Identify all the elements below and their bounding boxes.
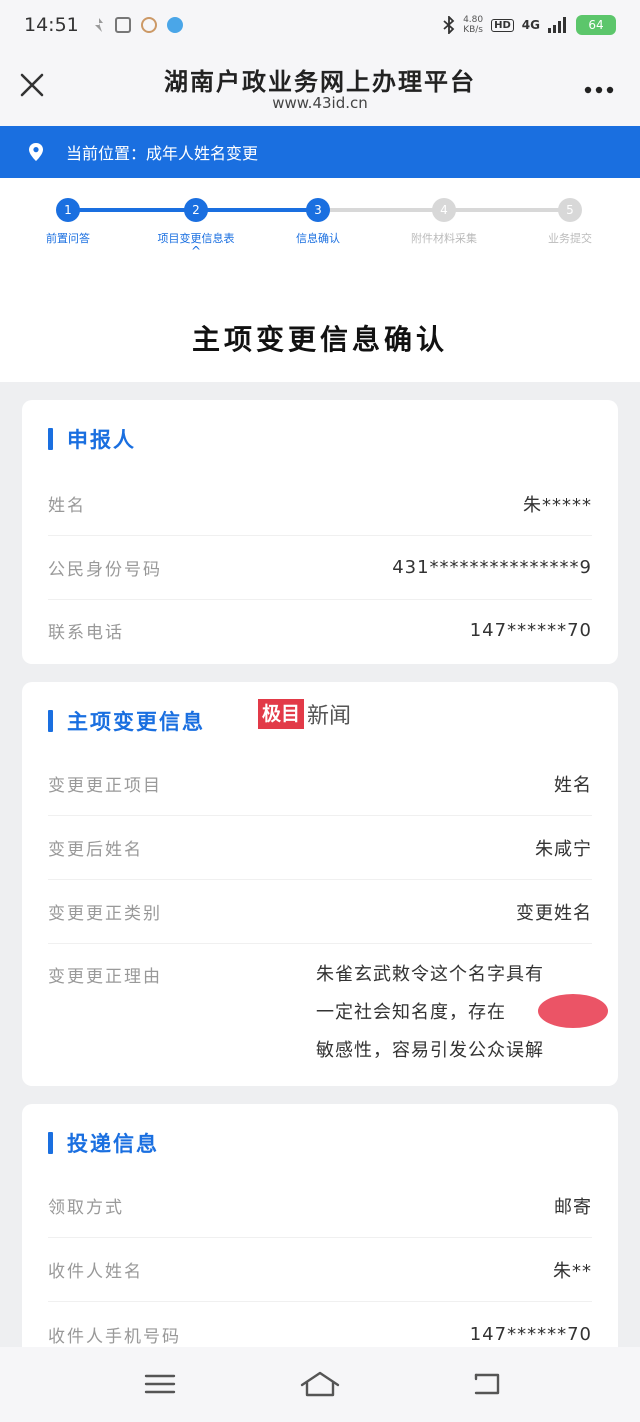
delivery-row-method: 领取方式 邮寄: [48, 1174, 592, 1238]
location-pin-icon: [29, 143, 43, 161]
section-header-delivery: 投递信息: [48, 1128, 159, 1158]
page-header-url: www.43id.cn: [272, 94, 368, 112]
watermark-logo: 极目 新闻: [258, 698, 351, 730]
app-notification-icon: [93, 17, 105, 33]
step-connector: [444, 208, 570, 212]
row-value: 朱**: [553, 1260, 592, 1282]
delivery-row-recipient: 收件人姓名 朱**: [48, 1238, 592, 1302]
step-node-5: 5: [558, 198, 582, 222]
more-icon[interactable]: [584, 76, 614, 96]
applicant-row-phone: 联系电话 147******70: [48, 598, 592, 662]
row-value: 147******70: [469, 619, 592, 641]
step-label-3: 信息确认: [296, 232, 340, 245]
row-label: 变更更正类别: [48, 904, 162, 924]
system-nav-bar: [0, 1347, 640, 1422]
row-label: 姓名: [48, 496, 86, 516]
net-speed: 4.80 KB/s: [463, 15, 483, 35]
bluetooth-icon: [443, 16, 455, 34]
net-speed-unit: KB/s: [463, 25, 483, 35]
section-title: 主项变更信息: [67, 710, 205, 734]
net-speed-value: 4.80: [463, 15, 484, 25]
step-node-1[interactable]: 1: [56, 198, 80, 222]
progress-stepper: 1 2 3 4 5 前置问答 项目变更信息表 信息确认 附件材料采集 业务提交 …: [0, 178, 640, 286]
row-value: 姓名: [554, 774, 592, 796]
signal-type: 4G: [521, 18, 540, 32]
step-label-1: 前置问答: [46, 232, 90, 245]
qq-notification-icon: [166, 17, 183, 33]
row-value: 邮寄: [554, 1196, 592, 1218]
step-label-4: 附件材料采集: [411, 232, 477, 245]
status-right: 4.80 KB/s HD 4G 64: [443, 15, 616, 35]
row-label: 收件人手机号码: [48, 1326, 181, 1347]
row-label: 变更更正项目: [48, 776, 162, 796]
step-node-3[interactable]: 3: [306, 198, 330, 222]
step-connector: [318, 208, 444, 212]
change-row-new-name: 变更后姓名 朱咸宁: [48, 816, 592, 880]
row-value: 431***************9: [392, 557, 592, 578]
step-connector: [196, 208, 318, 212]
row-label: 收件人姓名: [48, 1262, 143, 1282]
step-label-5: 业务提交: [548, 232, 592, 245]
row-value: 变更姓名: [516, 902, 592, 924]
weibo-notification-icon: [140, 17, 157, 33]
applicant-card: 申报人 姓名 朱***** 公民身份号码 431***************9…: [22, 400, 618, 664]
reason-line: 朱雀玄武敕令这个名字具有: [316, 964, 544, 985]
row-label: 变更后姓名: [48, 840, 143, 860]
reason-line: 敏感性，容易引发公众误解: [316, 1040, 544, 1061]
step-connector: [68, 208, 196, 212]
watermark-box: 极目: [258, 699, 305, 729]
row-value: 朱咸宁: [535, 838, 592, 860]
section-header-applicant: 申报人: [48, 424, 136, 454]
gallery-notification-icon: [114, 17, 131, 33]
row-label: 联系电话: [48, 622, 124, 643]
step-caret-icon: ^: [190, 244, 202, 258]
change-info-card: 主项变更信息 变更更正项目 姓名 变更后姓名 朱咸宁 变更更正类别 变更姓名 变…: [22, 682, 618, 1086]
delivery-card: 投递信息 领取方式 邮寄 收件人姓名 朱** 收件人手机号码 147******…: [22, 1104, 618, 1347]
signal-icon: [548, 17, 566, 33]
menu-icon[interactable]: [140, 1367, 180, 1401]
reason-label: 变更更正理由: [48, 967, 162, 987]
section-accent-bar: [48, 710, 53, 732]
title-bar: 湖南户政业务网上办理平台 www.43id.cn: [0, 50, 640, 126]
section-accent-bar: [48, 428, 53, 450]
row-label: 领取方式: [48, 1198, 124, 1218]
page-title: 主项变更信息确认: [191, 323, 448, 356]
notification-icons: [93, 17, 183, 33]
home-icon[interactable]: [298, 1367, 342, 1401]
row-value: 朱*****: [523, 494, 592, 516]
row-label: 公民身份号码: [48, 560, 162, 580]
change-row-item: 变更更正项目 姓名: [48, 752, 592, 816]
status-bar: 14:51 4.80 KB/s HD 4G 64: [0, 0, 640, 50]
hd-badge: HD: [491, 18, 514, 32]
watermark-text: 新闻: [307, 704, 352, 729]
applicant-row-id: 公民身份号码 431***************9: [48, 536, 592, 600]
status-time: 14:51: [24, 14, 79, 36]
step-node-2[interactable]: 2: [184, 198, 208, 222]
location-bar: 当前位置：成年人姓名变更: [0, 126, 640, 178]
back-icon[interactable]: [466, 1367, 506, 1401]
battery-icon: 64: [576, 15, 616, 35]
applicant-row-name: 姓名 朱*****: [48, 472, 592, 536]
section-accent-bar: [48, 1132, 53, 1154]
section-title: 投递信息: [67, 1132, 159, 1156]
page-header-title: 湖南户政业务网上办理平台: [164, 68, 476, 96]
section-title: 申报人: [67, 428, 136, 452]
step-node-4: 4: [432, 198, 456, 222]
location-label: 当前位置：成年人姓名变更: [66, 144, 259, 163]
row-value: 147******70: [469, 1323, 592, 1345]
section-header-change: 主项变更信息: [48, 706, 205, 736]
redaction-mark: [538, 994, 608, 1028]
change-row-category: 变更更正类别 变更姓名: [48, 880, 592, 944]
page-title-area: 主项变更信息确认: [0, 286, 640, 382]
